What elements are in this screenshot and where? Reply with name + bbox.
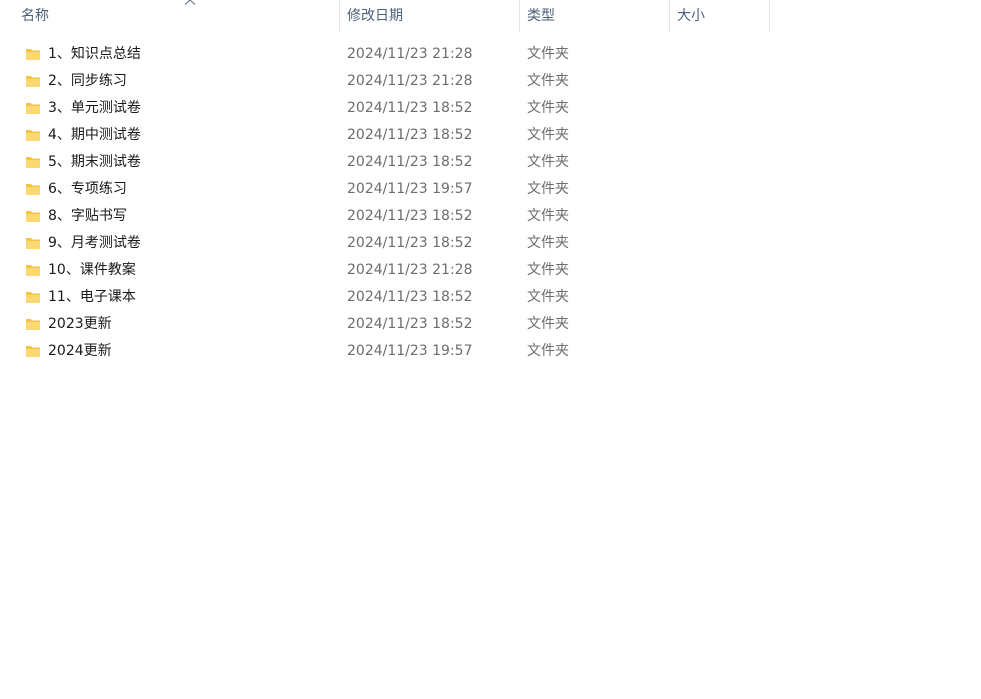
file-type: 文件夹 — [527, 289, 569, 305]
file-date: 2024/11/23 18:52 — [347, 127, 473, 143]
file-type: 文件夹 — [527, 100, 569, 116]
column-header-size-label: 大小 — [677, 8, 705, 24]
file-name: 8、字贴书写 — [48, 208, 127, 224]
file-row[interactable]: 6、专项练习 2024/11/23 19:57 文件夹 — [20, 176, 770, 203]
file-type: 文件夹 — [527, 262, 569, 278]
file-row[interactable]: 11、电子课本 2024/11/23 18:52 文件夹 — [20, 284, 770, 311]
file-type: 文件夹 — [527, 127, 569, 143]
column-header-date-label: 修改日期 — [347, 8, 403, 24]
file-date: 2024/11/23 19:57 — [347, 343, 473, 359]
file-name: 1、知识点总结 — [48, 46, 141, 62]
file-date: 2024/11/23 18:52 — [347, 154, 473, 170]
file-type: 文件夹 — [527, 208, 569, 224]
folder-icon — [26, 211, 40, 222]
file-date: 2024/11/23 21:28 — [347, 46, 473, 62]
file-row[interactable]: 5、期末测试卷 2024/11/23 18:52 文件夹 — [20, 149, 770, 176]
folder-icon — [26, 238, 40, 249]
file-type: 文件夹 — [527, 46, 569, 62]
file-name: 9、月考测试卷 — [48, 235, 141, 251]
file-row[interactable]: 2、同步练习 2024/11/23 21:28 文件夹 — [20, 68, 770, 95]
folder-icon — [26, 49, 40, 60]
file-row[interactable]: 4、期中测试卷 2024/11/23 18:52 文件夹 — [20, 122, 770, 149]
file-name: 11、电子课本 — [48, 289, 136, 305]
file-name: 3、单元测试卷 — [48, 100, 141, 116]
file-row[interactable]: 2024更新 2024/11/23 19:57 文件夹 — [20, 338, 770, 365]
folder-icon — [26, 130, 40, 141]
file-type: 文件夹 — [527, 343, 569, 359]
file-name: 6、专项练习 — [48, 181, 127, 197]
file-type: 文件夹 — [527, 235, 569, 251]
column-header-type[interactable]: 类型 — [520, 0, 670, 32]
file-row[interactable]: 9、月考测试卷 2024/11/23 18:52 文件夹 — [20, 230, 770, 257]
column-header-size[interactable]: 大小 — [670, 0, 770, 32]
chevron-up-icon — [184, 0, 196, 5]
folder-icon — [26, 292, 40, 303]
file-name: 4、期中测试卷 — [48, 127, 141, 143]
file-date: 2024/11/23 18:52 — [347, 208, 473, 224]
file-date: 2024/11/23 18:52 — [347, 289, 473, 305]
file-name: 2、同步练习 — [48, 73, 127, 89]
file-name: 2024更新 — [48, 343, 112, 359]
folder-icon — [26, 319, 40, 330]
folder-icon — [26, 76, 40, 87]
file-row[interactable]: 10、课件教案 2024/11/23 21:28 文件夹 — [20, 257, 770, 284]
file-type: 文件夹 — [527, 316, 569, 332]
folder-icon — [26, 157, 40, 168]
file-date: 2024/11/23 18:52 — [347, 235, 473, 251]
file-date: 2024/11/23 18:52 — [347, 316, 473, 332]
file-name: 10、课件教案 — [48, 262, 136, 278]
file-row[interactable]: 1、知识点总结 2024/11/23 21:28 文件夹 — [20, 41, 770, 68]
file-type: 文件夹 — [527, 154, 569, 170]
folder-icon — [26, 265, 40, 276]
column-header-name[interactable]: 名称 — [14, 0, 340, 32]
file-name: 5、期末测试卷 — [48, 154, 141, 170]
column-header-bar: 名称 修改日期 类型 大小 — [0, 0, 981, 32]
file-type: 文件夹 — [527, 73, 569, 89]
file-date: 2024/11/23 21:28 — [347, 262, 473, 278]
file-row[interactable]: 3、单元测试卷 2024/11/23 18:52 文件夹 — [20, 95, 770, 122]
file-date: 2024/11/23 19:57 — [347, 181, 473, 197]
file-type: 文件夹 — [527, 181, 569, 197]
folder-icon — [26, 346, 40, 357]
file-name: 2023更新 — [48, 316, 112, 332]
folder-icon — [26, 103, 40, 114]
column-header-date[interactable]: 修改日期 — [340, 0, 520, 32]
file-date: 2024/11/23 21:28 — [347, 73, 473, 89]
folder-icon — [26, 184, 40, 195]
column-header-name-label: 名称 — [21, 8, 49, 24]
file-row[interactable]: 8、字贴书写 2024/11/23 18:52 文件夹 — [20, 203, 770, 230]
file-date: 2024/11/23 18:52 — [347, 100, 473, 116]
column-header-type-label: 类型 — [527, 8, 555, 24]
file-row[interactable]: 2023更新 2024/11/23 18:52 文件夹 — [20, 311, 770, 338]
